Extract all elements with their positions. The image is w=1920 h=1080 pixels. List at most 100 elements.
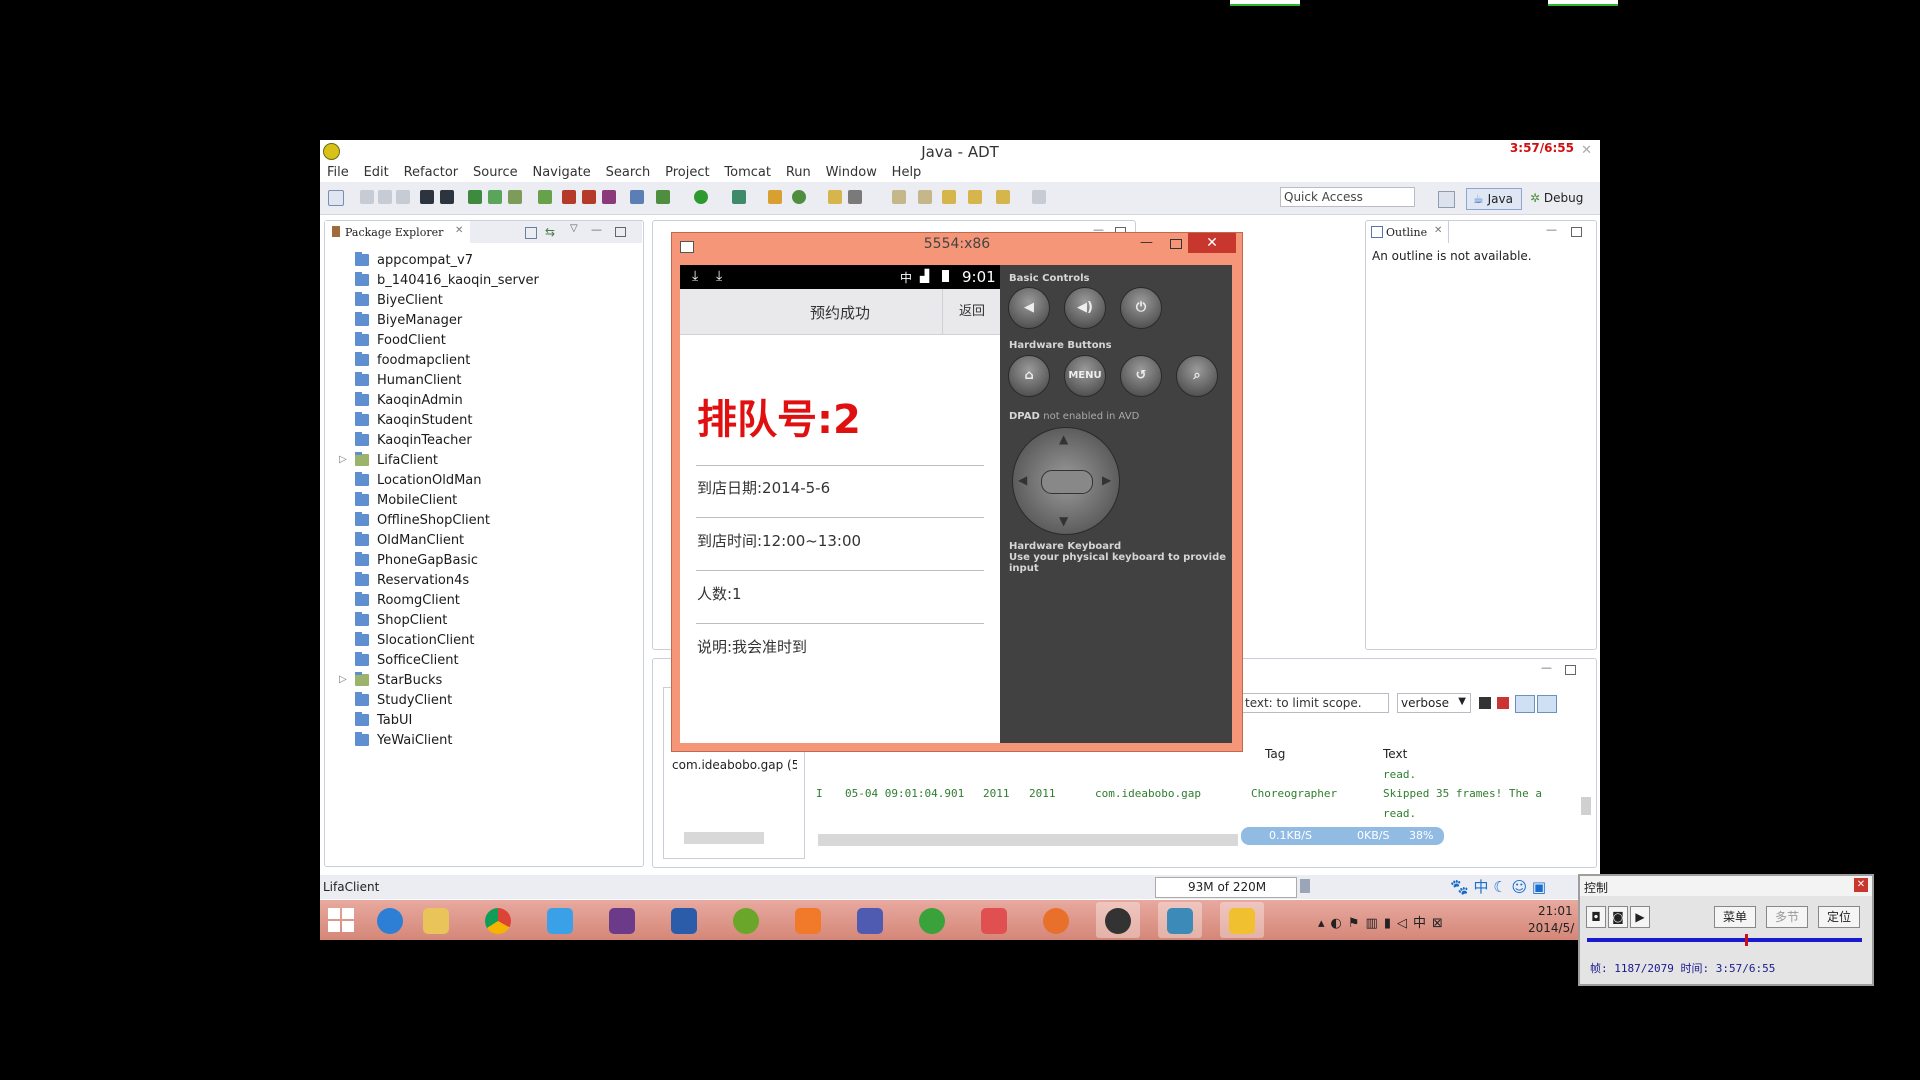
new-icon[interactable] xyxy=(328,190,344,206)
menu-refactor[interactable]: Refactor xyxy=(404,165,459,180)
maximize-icon[interactable] xyxy=(615,227,626,237)
tray-ime-label[interactable]: 中 xyxy=(1413,916,1432,931)
smile-icon[interactable]: ☺ xyxy=(1512,878,1528,896)
search-button[interactable]: ⌕ xyxy=(1176,355,1218,397)
taskbar-word[interactable] xyxy=(662,902,706,938)
bug2-icon[interactable] xyxy=(582,190,596,204)
collapse-all-icon[interactable] xyxy=(525,227,537,239)
package-explorer-tab[interactable]: Package Explorer ✕ xyxy=(325,221,471,243)
menu-window[interactable]: Window xyxy=(826,165,877,180)
locate-button[interactable]: 定位 xyxy=(1818,906,1860,928)
home-button[interactable]: ⌂ xyxy=(1008,355,1050,397)
java-perspective-button[interactable]: ☕ Java xyxy=(1466,188,1522,210)
taskbar-wechat[interactable] xyxy=(910,902,954,938)
run-icon[interactable] xyxy=(694,190,708,204)
emulator-close-button[interactable]: ✕ xyxy=(1188,233,1236,253)
logcat-maximize-icon[interactable] xyxy=(1565,665,1576,675)
taskbar-chrome[interactable] xyxy=(476,902,520,938)
search-tool-icon[interactable] xyxy=(848,190,862,204)
debug-perspective-button[interactable]: ✲ Debug xyxy=(1524,188,1592,210)
menu-help[interactable]: Help xyxy=(892,165,922,180)
emulator-minimize-icon[interactable]: — xyxy=(1140,235,1153,250)
ime-mode-label[interactable]: 中 xyxy=(1473,878,1488,896)
toggle-panel-icon[interactable] xyxy=(1515,695,1535,713)
taskbar-webstorm[interactable] xyxy=(1220,902,1264,938)
log-vertical-scrollbar[interactable] xyxy=(1581,797,1591,815)
menu-ctl-button[interactable]: 菜单 xyxy=(1714,906,1756,928)
save-log-icon[interactable] xyxy=(1479,697,1491,709)
external-tools-icon[interactable] xyxy=(732,190,746,204)
nav-forward-icon[interactable] xyxy=(996,190,1010,204)
nav-back-icon[interactable] xyxy=(968,190,982,204)
logcat-filter-input[interactable]: text: to limit scope. xyxy=(1241,693,1389,713)
menu-search[interactable]: Search xyxy=(606,165,651,180)
logcat-minimize-icon[interactable]: — xyxy=(1541,661,1552,674)
open-perspective-icon[interactable] xyxy=(1438,191,1455,208)
close-tab-icon[interactable]: ✕ xyxy=(455,225,463,236)
taskbar-explorer[interactable] xyxy=(414,902,458,938)
heap-status[interactable]: 93M of 220M xyxy=(1155,877,1297,898)
skip-breakpoints-icon[interactable] xyxy=(630,190,644,204)
taskbar-firefox[interactable] xyxy=(1034,902,1078,938)
trash-icon[interactable] xyxy=(1300,879,1310,893)
menu-edit[interactable]: Edit xyxy=(364,165,389,180)
expand-arrow-icon[interactable]: ▷ xyxy=(339,454,347,465)
taskbar-php[interactable] xyxy=(848,902,892,938)
flag-icon[interactable]: ⚑ xyxy=(1348,916,1366,931)
taskbar-tool[interactable] xyxy=(972,902,1016,938)
taskbar-eclipse[interactable] xyxy=(1158,902,1202,938)
taskbar-android-emulator[interactable] xyxy=(1096,902,1140,938)
dpad[interactable]: ▲ ▼ ◀ ▶ xyxy=(1012,427,1120,535)
log-row[interactable]: read. xyxy=(1383,807,1416,820)
log-level-select[interactable]: verbose ▼ xyxy=(1397,693,1471,713)
signal-icon[interactable]: ▮ xyxy=(1384,916,1397,931)
minimize-icon[interactable]: — xyxy=(591,223,602,236)
volume-down-button[interactable]: ◀ xyxy=(1008,287,1050,329)
save-icon[interactable] xyxy=(360,190,374,204)
server-icon[interactable] xyxy=(768,190,782,204)
sdk-manager-icon[interactable] xyxy=(468,190,482,204)
power-button[interactable]: ⏻ xyxy=(1120,287,1162,329)
bug3-icon[interactable] xyxy=(602,190,616,204)
multi-section-button[interactable]: 多节 xyxy=(1766,906,1808,928)
tray-up-arrow-icon[interactable]: ▴ xyxy=(1318,916,1331,931)
start-windows-icon[interactable] xyxy=(328,908,354,932)
menu-run[interactable]: Run xyxy=(786,165,811,180)
taskbar-xampp[interactable] xyxy=(786,902,830,938)
save-all-icon[interactable] xyxy=(378,190,392,204)
pin-icon[interactable] xyxy=(1032,190,1046,204)
device-entry[interactable]: com.ideabobo.gap (5 xyxy=(672,758,797,772)
back-button[interactable]: 返回 xyxy=(942,289,1001,334)
stop-button[interactable]: ◘ xyxy=(1586,906,1606,928)
back-hw-button[interactable]: ↺ xyxy=(1120,355,1162,397)
outline-maximize-icon[interactable] xyxy=(1571,227,1582,237)
menu-button[interactable]: MENU xyxy=(1064,355,1106,397)
lint-icon[interactable] xyxy=(508,190,522,204)
android-project-icon[interactable] xyxy=(538,190,552,204)
taskbar-brackets[interactable] xyxy=(724,902,768,938)
input-icon[interactable]: ⊠ xyxy=(1432,916,1449,931)
close-tab-icon[interactable]: ✕ xyxy=(1434,225,1442,236)
upload-icon[interactable] xyxy=(420,190,434,204)
playback-progress[interactable] xyxy=(1587,934,1862,946)
refresh-icon[interactable] xyxy=(792,190,806,204)
paw-icon[interactable]: 🐾 xyxy=(1450,878,1469,896)
outline-minimize-icon[interactable]: — xyxy=(1546,223,1557,236)
close-icon[interactable]: ✕ xyxy=(1581,143,1592,158)
network-icon[interactable]: ▥ xyxy=(1366,916,1384,931)
outline-tab[interactable]: Outline ✕ xyxy=(1366,221,1449,243)
back-icon[interactable] xyxy=(942,190,956,204)
annotation-next-icon[interactable] xyxy=(892,190,906,204)
expand-arrow-icon[interactable]: ▷ xyxy=(339,674,347,685)
menu-tomcat[interactable]: Tomcat xyxy=(724,165,771,180)
menu-source[interactable]: Source xyxy=(473,165,518,180)
link-editor-icon[interactable]: ⇆ xyxy=(545,225,555,239)
menu-project[interactable]: Project xyxy=(665,165,709,180)
scroll-lock-icon[interactable] xyxy=(1537,695,1557,713)
log-row[interactable]: read. xyxy=(1383,768,1416,781)
avd-manager-icon[interactable] xyxy=(488,190,502,204)
annotation-prev-icon[interactable] xyxy=(918,190,932,204)
menu-navigate[interactable]: Navigate xyxy=(532,165,590,180)
control-close-icon[interactable]: ✕ xyxy=(1854,878,1868,892)
picture-icon[interactable]: ▣ xyxy=(1532,878,1546,896)
